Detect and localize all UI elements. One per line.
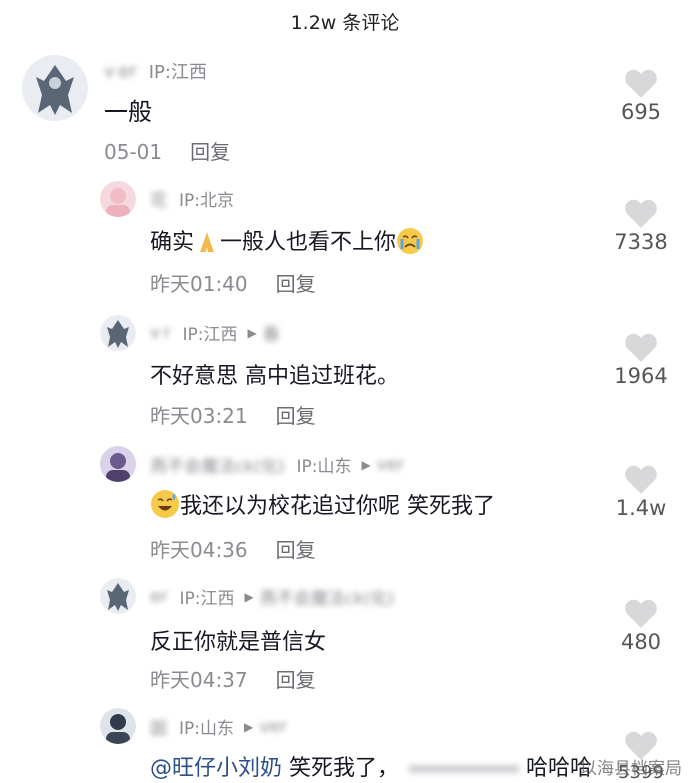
- ip-location: IP:山东: [179, 719, 234, 739]
- timestamp: 昨天03:21: [150, 404, 248, 428]
- reply-button[interactable]: 回复: [276, 668, 316, 692]
- timestamp: 昨天04:36: [150, 538, 248, 562]
- reply-arrow-icon: ▶: [247, 325, 257, 340]
- heart-icon: [625, 69, 657, 98]
- reply-arrow-icon: ▶: [361, 457, 371, 472]
- like-button[interactable]: 480: [606, 598, 676, 654]
- like-button[interactable]: 1.4w: [606, 464, 676, 520]
- crying-face-icon: [396, 227, 424, 261]
- comments-header: 1.2w 条评论: [0, 0, 690, 44]
- sweat-smile-icon: [150, 489, 180, 525]
- like-count: 1964: [614, 364, 668, 388]
- comment-text: 一般: [104, 98, 152, 126]
- avatar[interactable]: [100, 446, 136, 482]
- comment-text: 确实 一般人也看不上你: [150, 224, 424, 261]
- username[interactable]: v er: [104, 61, 137, 82]
- reply-button[interactable]: 回复: [190, 140, 230, 164]
- heart-icon: [625, 465, 657, 494]
- comment-footer: 昨天04:36 回复: [150, 534, 316, 563]
- reply-arrow-icon: ▶: [244, 719, 254, 734]
- comment-meta: v r IP:江西 ▶ 春: [150, 320, 280, 346]
- redacted-text: [409, 765, 520, 773]
- avatar[interactable]: [100, 708, 136, 744]
- avatar[interactable]: [100, 181, 136, 217]
- like-count: 1.4w: [615, 496, 667, 520]
- heart-icon: [625, 599, 657, 628]
- ip-location: IP:山东: [296, 457, 352, 477]
- like-button[interactable]: 7338: [606, 198, 676, 254]
- comment-footer: 05-01 回复: [104, 136, 230, 165]
- comment-meta: er IP:江西 ▶ 燕不会魔法ck(化): [150, 584, 394, 610]
- username[interactable]: 花: [150, 186, 167, 211]
- ip-location: IP:北京: [179, 191, 234, 211]
- comment-meta: 花 IP:北京: [150, 186, 234, 211]
- comment-meta: 囡 IP:山东 ▶ ver: [150, 714, 287, 740]
- ip-location: IP:江西: [148, 62, 207, 83]
- timestamp: 05-01: [104, 140, 163, 164]
- praying-hands-icon: [194, 229, 220, 261]
- heart-icon: [625, 199, 657, 228]
- like-count: 7338: [614, 230, 668, 254]
- comment-footer: 昨天03:21 回复: [150, 400, 316, 429]
- username[interactable]: v r: [150, 323, 170, 343]
- reply-to-username[interactable]: 燕不会魔法ck(化): [260, 584, 394, 609]
- reply-to-username[interactable]: ver: [259, 717, 287, 737]
- timestamp: 昨天04:37: [150, 668, 248, 692]
- comment-text: @旺仔小刘奶 笑死我了， 哈哈哈: [150, 756, 593, 781]
- comment-text: 反正你就是普信女: [150, 630, 327, 655]
- avatar[interactable]: [22, 55, 88, 121]
- avatar[interactable]: [100, 578, 136, 614]
- mention-link[interactable]: @旺仔小刘奶: [150, 756, 282, 781]
- username[interactable]: 囡: [150, 714, 167, 739]
- username[interactable]: 燕不会魔法ck(化): [150, 452, 284, 477]
- reply-button[interactable]: 回复: [276, 272, 316, 296]
- comment-footer: 昨天04:37 回复: [150, 664, 316, 693]
- comment-meta: v er IP:江西: [104, 58, 207, 84]
- comment-text: 不好意思 高中追过班花。: [150, 364, 399, 389]
- reply-to-username[interactable]: 春: [263, 320, 280, 345]
- avatar[interactable]: [100, 315, 136, 351]
- watermark: 以海县档案局: [580, 759, 682, 779]
- comment-count-title: 1.2w 条评论: [290, 12, 400, 34]
- like-button[interactable]: 695: [606, 68, 676, 124]
- comment-footer: 昨天01:40 回复: [150, 268, 316, 297]
- like-count: 695: [620, 100, 662, 124]
- heart-icon: [625, 333, 657, 362]
- comment-meta: 燕不会魔法ck(化) IP:山东 ▶ ver: [150, 452, 405, 478]
- reply-to-username[interactable]: ver: [377, 455, 405, 475]
- ip-location: IP:江西: [182, 325, 238, 345]
- reply-arrow-icon: ▶: [244, 589, 254, 604]
- like-button[interactable]: 1964: [606, 332, 676, 388]
- like-count: 480: [620, 630, 662, 654]
- reply-button[interactable]: 回复: [276, 538, 316, 562]
- timestamp: 昨天01:40: [150, 272, 248, 296]
- username[interactable]: er: [150, 587, 167, 607]
- reply-button[interactable]: 回复: [276, 404, 316, 428]
- ip-location: IP:江西: [179, 589, 235, 609]
- comment-text: 我还以为校花追过你呢 笑死我了: [150, 488, 495, 525]
